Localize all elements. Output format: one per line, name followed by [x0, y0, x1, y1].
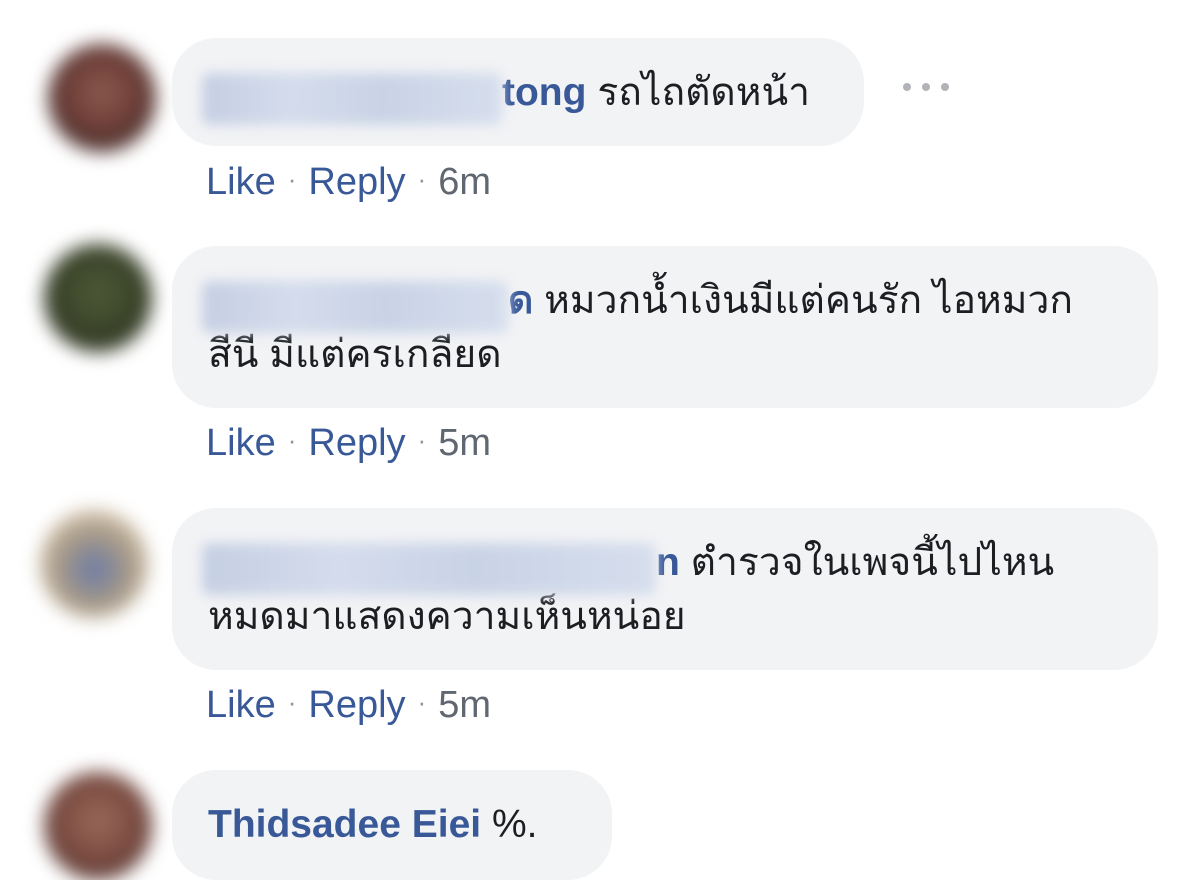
more-options-icon[interactable] — [903, 77, 949, 97]
comment-bubble: ด หมวกน้ำเงินมีแต่คนรัก ไอหมวก สีนี มีแต… — [172, 246, 1158, 408]
comment-author[interactable]: Thidsadee Eiei — [208, 803, 481, 846]
reply-link[interactable]: Reply — [308, 161, 405, 203]
comment-author[interactable]: n — [202, 541, 691, 595]
comment-text: หมวกน้ำเงินมีแต่คนรัก ไอหมวก — [544, 279, 1073, 322]
comment-timestamp[interactable]: 5m — [438, 684, 491, 726]
avatar[interactable] — [44, 244, 152, 352]
comment-text-line2: หมดมาแสดงความเห็นหน่อย — [208, 595, 686, 638]
redacted-name — [202, 281, 508, 333]
avatar[interactable] — [48, 44, 156, 152]
comment-bubble: Thidsadee Eiei %. — [172, 770, 612, 880]
like-link[interactable]: Like — [206, 422, 276, 464]
comment-timestamp[interactable]: 6m — [438, 161, 491, 203]
separator: · — [417, 425, 427, 455]
separator: · — [417, 164, 427, 194]
comment-author[interactable]: ด — [202, 279, 544, 333]
comment-actions: Like · Reply · 6m — [206, 156, 491, 205]
like-link[interactable]: Like — [206, 161, 276, 203]
comment-text: %. — [491, 803, 538, 846]
comment-text-line2: สีนี มีแต่ครเกลียด — [208, 333, 502, 376]
separator: · — [287, 164, 297, 194]
comment-bubble: n ตำรวจในเพจนี้ไปไหน หมดมาแสดงความเห็นหน… — [172, 508, 1158, 670]
comment-text: รถไถตัดหน้า — [597, 71, 811, 114]
like-link[interactable]: Like — [206, 684, 276, 726]
redacted-name — [202, 73, 502, 125]
separator: · — [287, 425, 297, 455]
comment-actions: Like · Reply · 5m — [206, 417, 491, 466]
reply-link[interactable]: Reply — [308, 684, 405, 726]
comment-actions: Like · Reply · 5m — [206, 679, 491, 728]
comment-bubble: tong รถไถตัดหน้า — [172, 38, 864, 146]
avatar[interactable] — [40, 510, 148, 618]
separator: · — [287, 687, 297, 717]
reply-link[interactable]: Reply — [308, 422, 405, 464]
comment-text: ตำรวจในเพจนี้ไปไหน — [690, 541, 1055, 584]
comment-author[interactable]: tong — [202, 71, 597, 125]
comment-timestamp[interactable]: 5m — [438, 422, 491, 464]
redacted-name — [202, 543, 656, 595]
separator: · — [417, 687, 427, 717]
avatar[interactable] — [44, 772, 152, 880]
